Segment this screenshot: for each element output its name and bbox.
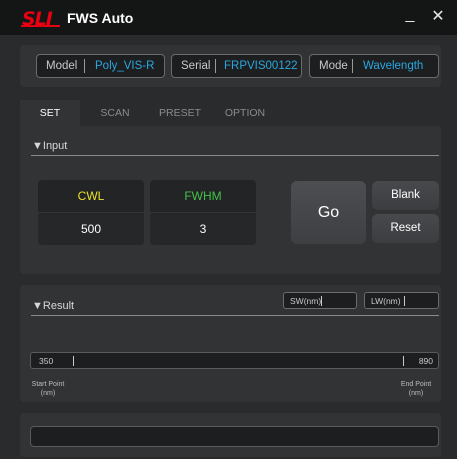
lw-input[interactable]: LW(nm) bbox=[364, 292, 439, 309]
fwhm-value: 3 bbox=[199, 222, 207, 236]
serial-box: Serial FRPVIS00122 bbox=[171, 54, 302, 78]
minimize-button[interactable]: _ bbox=[400, 6, 420, 28]
window-title: FWS Auto bbox=[67, 10, 134, 26]
mode-label: Mode bbox=[319, 60, 348, 72]
fwhm-input[interactable]: 3 bbox=[150, 213, 256, 245]
close-button[interactable]: ✕ bbox=[428, 6, 448, 28]
end-caret bbox=[403, 356, 404, 366]
start-point-unit: (nm) bbox=[40, 390, 56, 397]
start-caret bbox=[73, 356, 74, 366]
result-section-title[interactable]: ▼Result bbox=[32, 300, 74, 312]
end-point-unit: (nm) bbox=[408, 390, 424, 397]
lw-caret bbox=[404, 296, 405, 306]
lw-placeholder: LW(nm) bbox=[371, 296, 401, 306]
mode-value: Wavelength bbox=[363, 60, 424, 72]
fwhm-header: FWHM bbox=[150, 180, 256, 212]
tab-preset[interactable]: PRESET bbox=[150, 100, 210, 126]
serial-label: Serial bbox=[181, 60, 211, 72]
logo-underline bbox=[21, 25, 60, 27]
cwl-label: CWL bbox=[77, 189, 105, 203]
sw-caret bbox=[321, 296, 322, 306]
blank-button[interactable]: Blank bbox=[372, 181, 439, 210]
tab-scan[interactable]: SCAN bbox=[85, 100, 145, 126]
mode-box: Mode Wavelength bbox=[309, 54, 439, 78]
end-point-label: End Point (nm) bbox=[391, 380, 441, 398]
status-bar bbox=[30, 426, 439, 447]
go-button[interactable]: Go bbox=[291, 181, 366, 244]
cwl-header: CWL bbox=[38, 180, 144, 212]
sw-input[interactable]: SW(nm) bbox=[283, 292, 357, 309]
input-section-title[interactable]: ▼Input bbox=[32, 140, 67, 152]
input-divider bbox=[31, 155, 439, 156]
reset-button[interactable]: Reset bbox=[372, 214, 439, 243]
model-value: Poly_VIS-R bbox=[95, 60, 155, 72]
start-point-label: Start Point (nm) bbox=[23, 380, 73, 398]
serial-value: FRPVIS00122 bbox=[224, 60, 298, 72]
result-divider bbox=[31, 315, 439, 316]
end-point-label-text: End Point bbox=[400, 381, 432, 388]
tab-option[interactable]: OPTION bbox=[214, 100, 276, 126]
serial-separator bbox=[215, 59, 216, 73]
tab-set[interactable]: SET bbox=[20, 100, 80, 126]
wavelength-range-bar[interactable]: 350 890 bbox=[30, 352, 439, 369]
cwl-input[interactable]: 500 bbox=[38, 213, 144, 245]
model-box: Model Poly_VIS-R bbox=[36, 54, 165, 78]
sw-placeholder: SW(nm) bbox=[290, 296, 322, 306]
model-separator bbox=[84, 59, 85, 73]
fwhm-label: FWHM bbox=[184, 189, 222, 203]
start-point-value: 350 bbox=[39, 356, 54, 366]
cwl-value: 500 bbox=[80, 222, 102, 236]
title-bar: SLI FWS Auto _ ✕ bbox=[0, 0, 457, 35]
mode-separator bbox=[352, 59, 353, 73]
model-label: Model bbox=[46, 60, 78, 72]
start-point-label-text: Start Point bbox=[31, 381, 65, 388]
end-point-value: 890 bbox=[418, 356, 433, 366]
